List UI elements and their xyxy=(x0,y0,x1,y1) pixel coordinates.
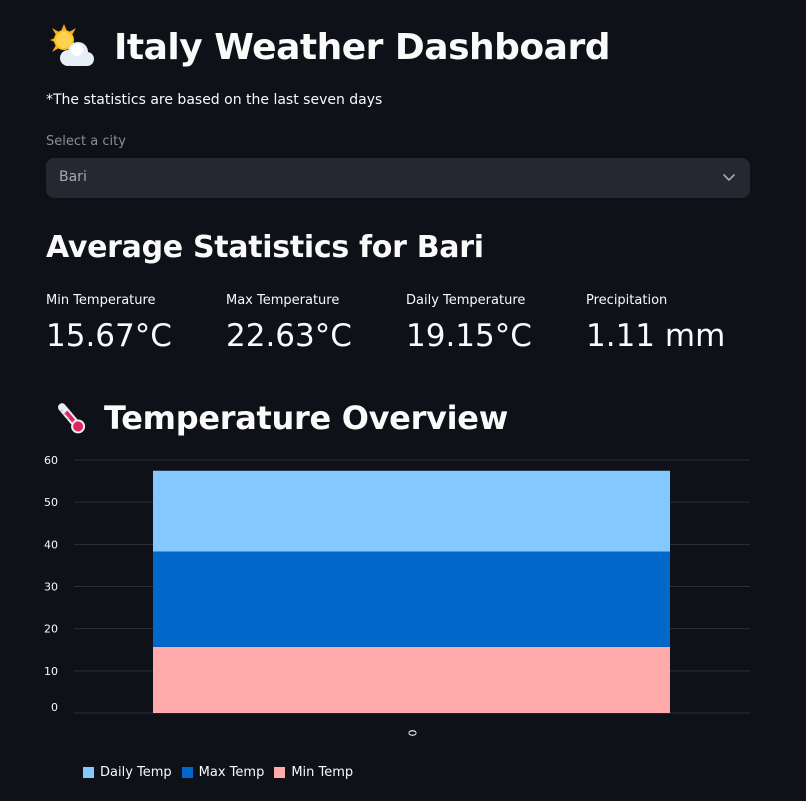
y-tick-label: 40 xyxy=(44,538,58,551)
metric-label: Daily Temperature xyxy=(406,293,526,308)
y-tick-label: 10 xyxy=(44,665,58,678)
city-select-value: Bari xyxy=(59,169,87,185)
y-tick-label: 30 xyxy=(44,581,58,594)
title-row: Italy Weather Dashboard xyxy=(46,22,610,72)
metric-value: 19.15°C xyxy=(406,318,532,354)
bar-max-temp xyxy=(153,551,670,647)
temperature-chart: 0 10 20 30 40 50 60 0 xyxy=(44,454,750,737)
legend-label: Min Temp xyxy=(291,765,354,780)
metric-daily-temp: Daily Temperature 19.15°C xyxy=(406,293,532,354)
y-tick-label: 20 xyxy=(44,623,58,636)
metric-value: 1.11 mm xyxy=(586,318,726,354)
chart-legend: Daily Temp Max Temp Min Temp xyxy=(83,765,363,780)
overview-heading-row: Temperature Overview xyxy=(52,398,508,438)
page-title: Italy Weather Dashboard xyxy=(114,26,610,68)
metric-label: Max Temperature xyxy=(226,293,340,308)
city-select-label: Select a city xyxy=(46,134,126,149)
chevron-down-icon xyxy=(723,174,735,181)
stats-note: *The statistics are based on the last se… xyxy=(46,92,383,108)
metric-precipitation: Precipitation 1.11 mm xyxy=(586,293,725,354)
dashboard-page: Italy Weather Dashboard *The statistics … xyxy=(0,0,806,801)
metric-value: 15.67°C xyxy=(46,318,172,354)
city-select[interactable]: Bari xyxy=(46,158,750,198)
stats-heading: Average Statistics for Bari xyxy=(46,230,484,265)
legend-item: Max Temp xyxy=(181,765,265,780)
sun-behind-cloud-icon xyxy=(46,22,96,72)
metric-min-temp: Min Temperature 15.67°C xyxy=(46,293,172,354)
legend-swatch xyxy=(181,767,193,778)
legend-label: Max Temp xyxy=(198,765,265,780)
legend-swatch xyxy=(274,767,286,778)
thermometer-icon xyxy=(58,403,86,434)
bar-daily-temp xyxy=(153,470,670,552)
x-tick-label: 0 xyxy=(406,730,419,737)
metric-max-temp: Max Temperature 22.63°C xyxy=(226,293,352,354)
y-tick-label: 50 xyxy=(44,496,58,509)
overview-heading: Temperature Overview xyxy=(104,399,508,437)
legend-swatch xyxy=(83,767,94,778)
metric-label: Precipitation xyxy=(586,293,668,308)
legend-item: Min Temp xyxy=(274,765,353,780)
y-tick-label: 0 xyxy=(51,701,58,714)
bar-min-temp xyxy=(153,646,670,713)
y-tick-label: 60 xyxy=(44,454,58,467)
legend-label: Daily Temp xyxy=(100,765,172,780)
legend-item: Daily Temp xyxy=(83,765,172,780)
metric-label: Min Temperature xyxy=(46,293,156,308)
metric-value: 22.63°C xyxy=(226,318,352,354)
